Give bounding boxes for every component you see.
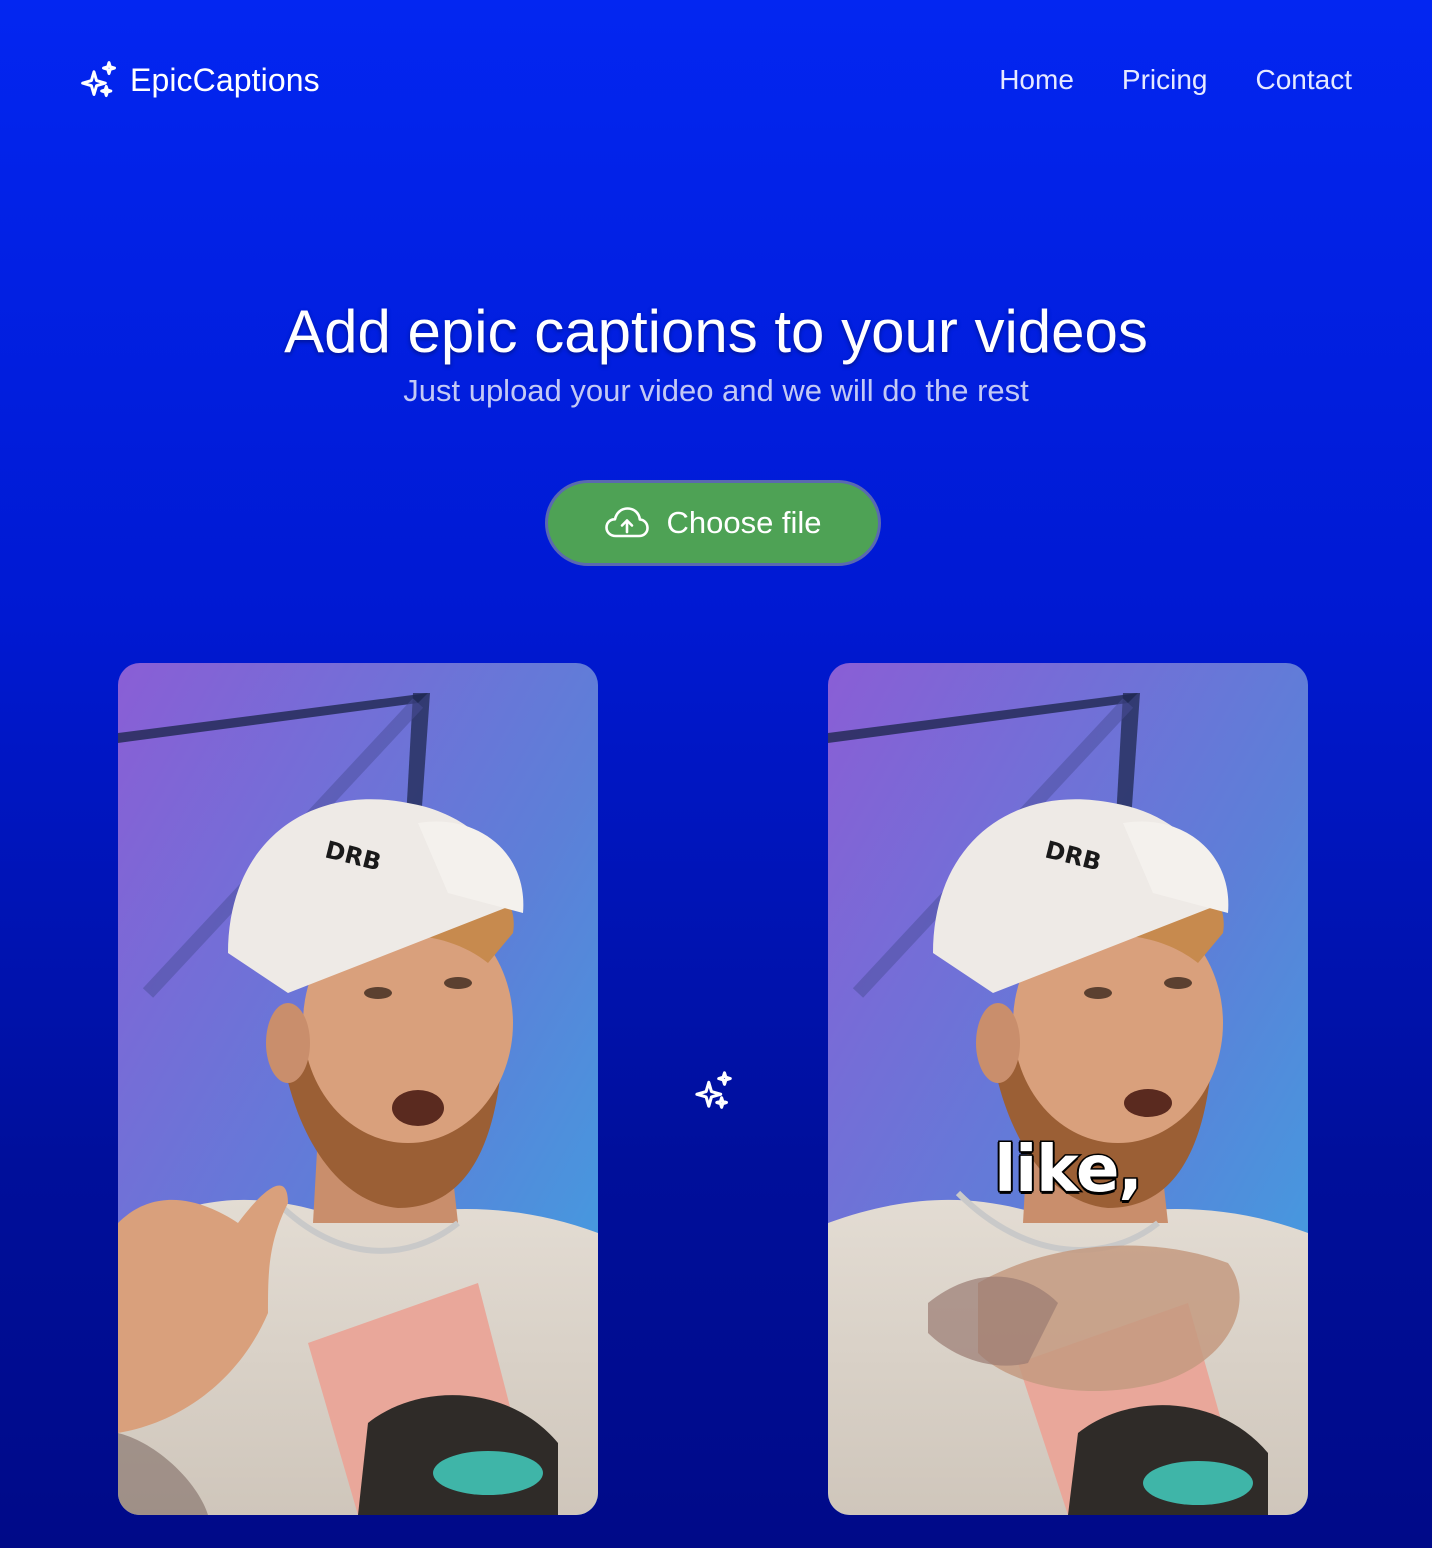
brand-name: EpicCaptions	[130, 62, 320, 98]
sparkles-icon	[695, 1071, 732, 1109]
hero-title: Add epic captions to your videos	[284, 298, 1148, 365]
video-preview-captioned[interactable]: DRB like,	[828, 663, 1308, 1515]
choose-file-button[interactable]: Choose file	[545, 480, 881, 566]
sparkles-icon	[81, 61, 116, 98]
nav-link-contact[interactable]: Contact	[1256, 64, 1353, 96]
video-preview-original[interactable]: DRB	[118, 663, 598, 1515]
brand-logo-link[interactable]: EpicCaptions	[76, 58, 320, 102]
top-nav: EpicCaptions Home Pricing Contact	[0, 0, 1432, 160]
video-frame-original: DRB	[118, 663, 598, 1515]
cloud-upload-icon	[605, 507, 650, 538]
transform-indicator	[690, 1068, 736, 1114]
nav-link-home[interactable]: Home	[999, 64, 1074, 96]
video-frame-captioned: DRB	[828, 663, 1308, 1515]
choose-file-label: Choose file	[666, 505, 822, 540]
nav-links: Home Pricing Contact	[999, 58, 1352, 102]
hero-subtitle: Just upload your video and we will do th…	[403, 373, 1029, 408]
caption-text: like,	[993, 1132, 1144, 1209]
nav-link-pricing[interactable]: Pricing	[1122, 64, 1208, 96]
